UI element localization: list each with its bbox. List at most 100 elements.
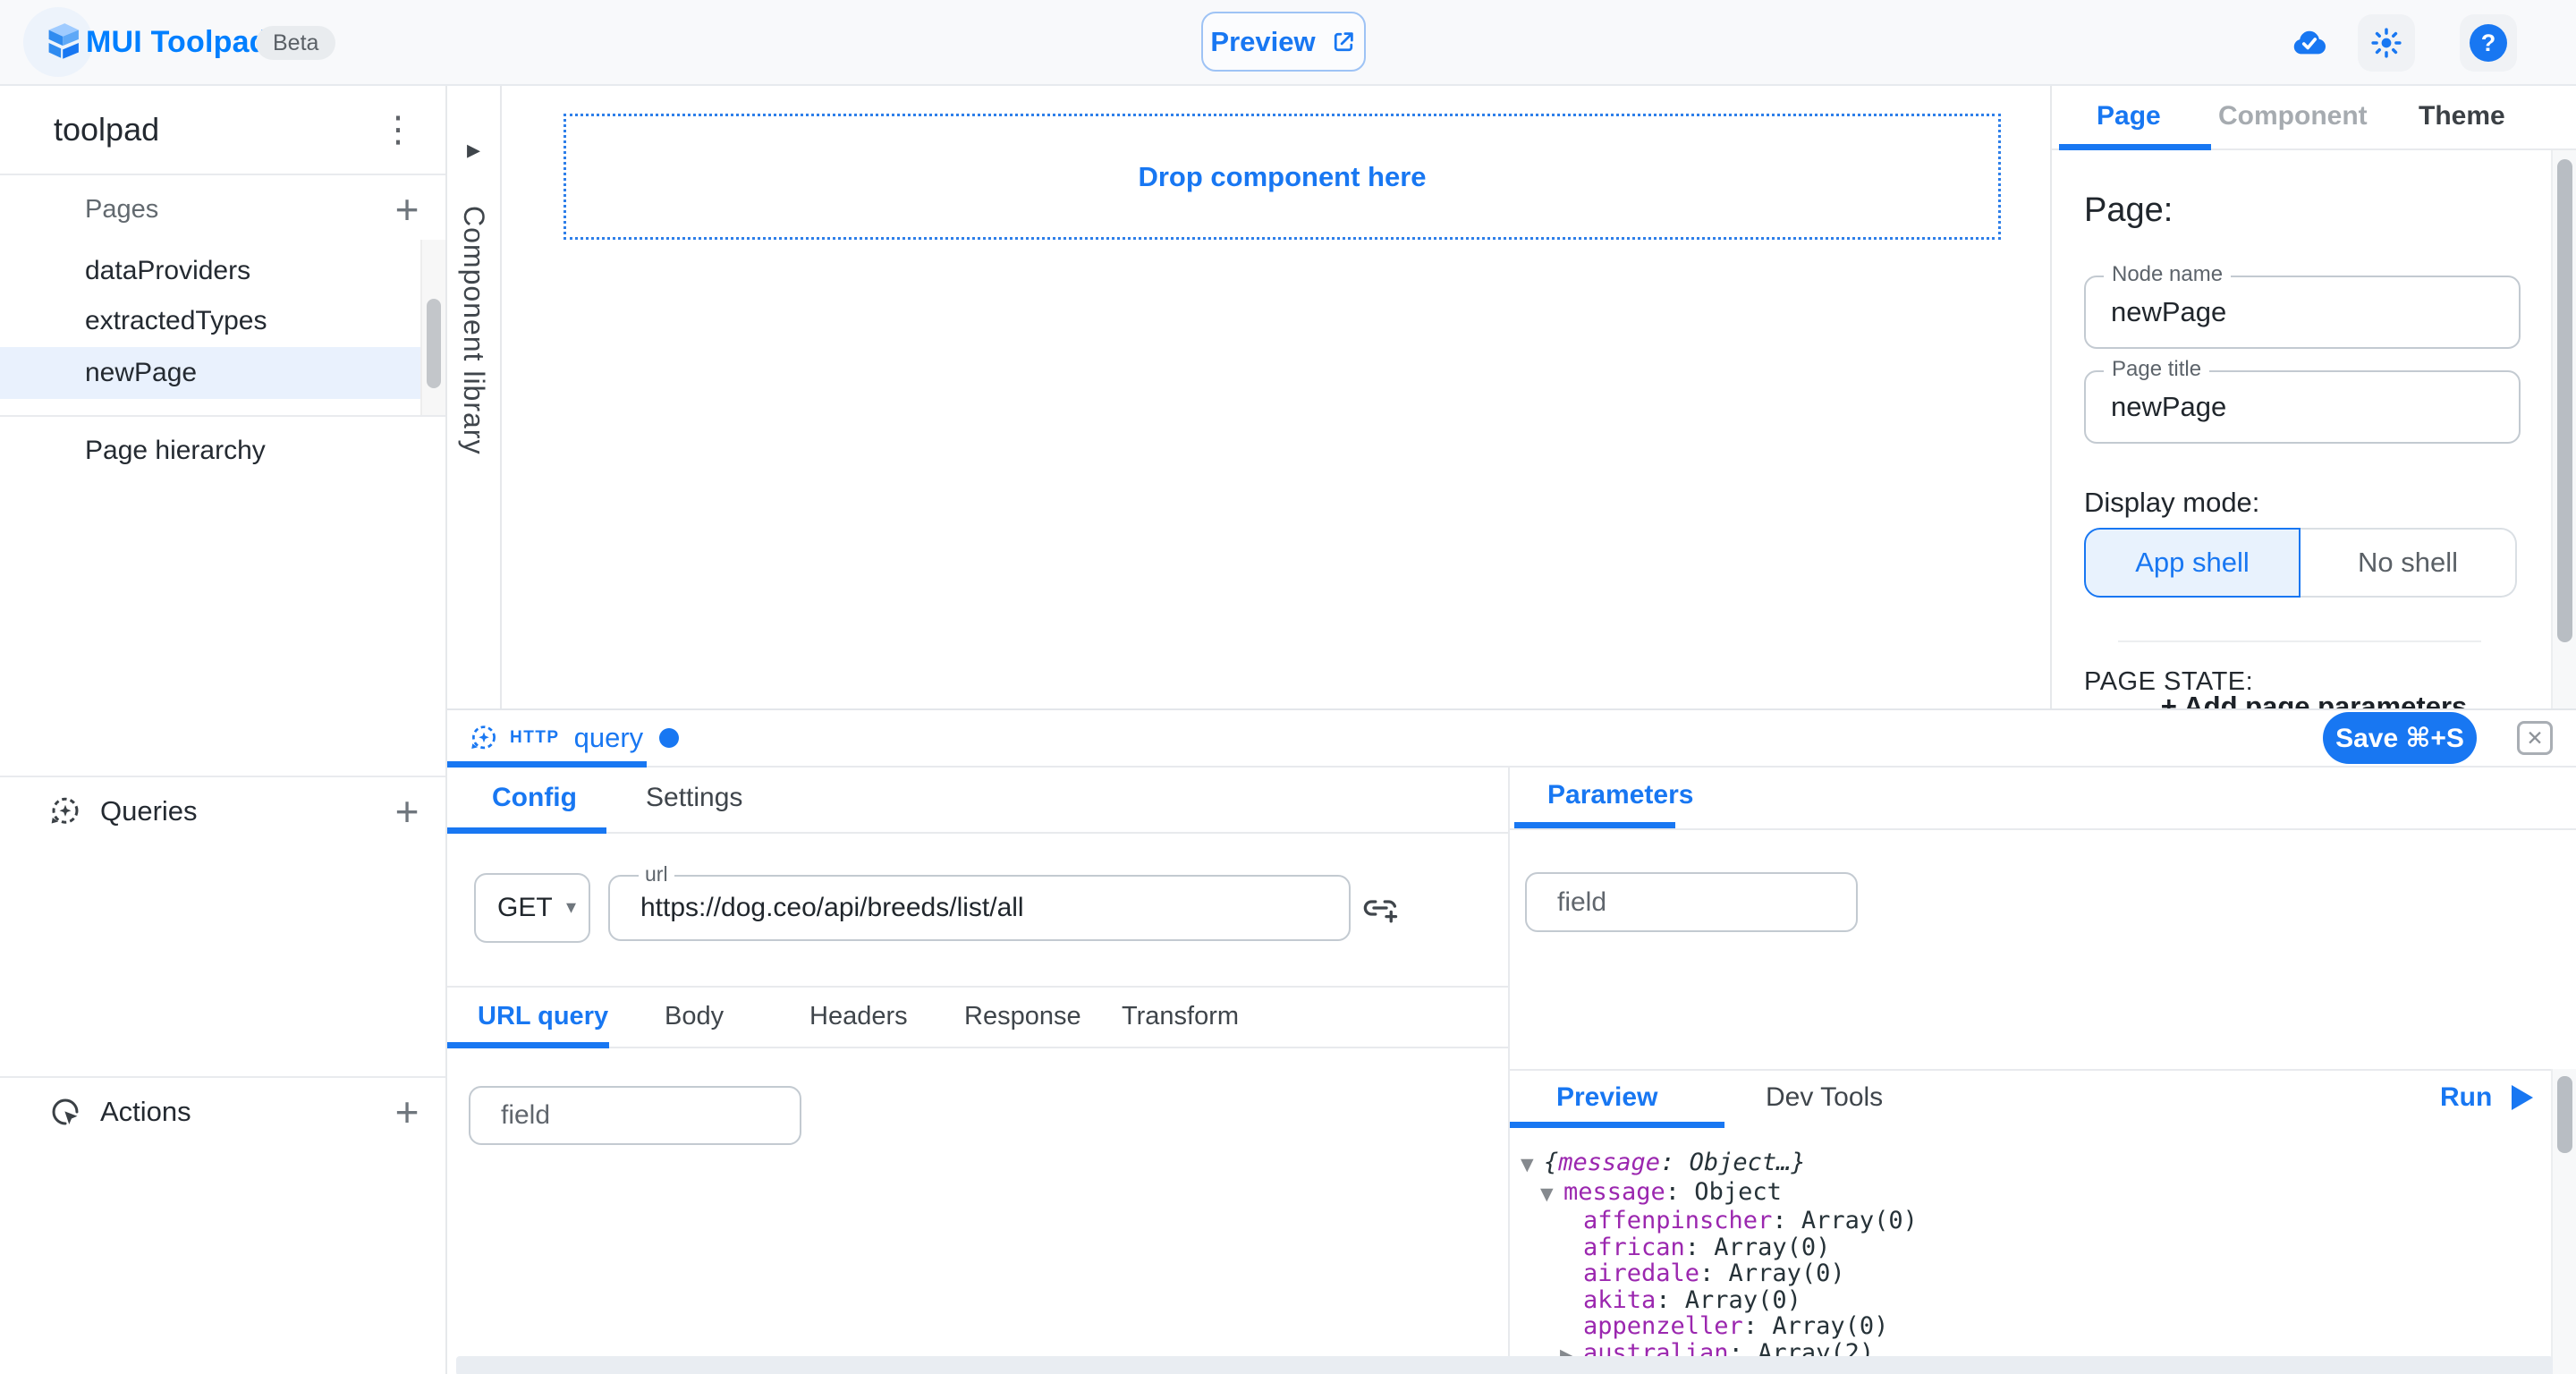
pages-section-header: Pages + xyxy=(0,175,445,243)
results-panel: Preview Dev Tools Run ▼{message: Object…… xyxy=(1510,1069,2576,1374)
beta-badge: Beta xyxy=(256,26,335,60)
sun-icon xyxy=(2369,26,2403,60)
sidebar-item-newpage[interactable]: newPage xyxy=(0,347,420,399)
project-row: toolpad ⋮ xyxy=(0,86,445,175)
url-input[interactable] xyxy=(608,875,1351,941)
preview-button-label: Preview xyxy=(1210,26,1315,58)
actions-section-header: Actions + xyxy=(0,1078,445,1146)
queries-section-header: Queries + xyxy=(0,777,445,845)
tree-expander-icon[interactable]: ▼ xyxy=(1521,1152,1544,1179)
active-tab-indicator xyxy=(1514,822,1675,828)
url-query-field-input[interactable] xyxy=(469,1086,801,1145)
page-title-label: Page title xyxy=(2104,357,2209,382)
inspector-tabs: Page Component Theme xyxy=(2052,86,2576,150)
json-tree-line[interactable]: akita: Array(0) xyxy=(1521,1287,2504,1314)
toggle-app-shell[interactable]: App shell xyxy=(2084,528,2301,598)
parameter-field xyxy=(1525,872,1858,932)
horizontal-scrollbar[interactable] xyxy=(456,1356,2553,1374)
close-icon: ✕ xyxy=(2526,726,2543,751)
help-button[interactable]: ? xyxy=(2460,14,2517,72)
toggle-no-shell[interactable]: No shell xyxy=(2301,528,2517,598)
tab-config[interactable]: Config xyxy=(492,768,577,827)
results-scrollbar-thumb[interactable] xyxy=(2557,1076,2572,1153)
query-protocol-label: HTTP xyxy=(510,728,560,748)
drop-zone-label: Drop component here xyxy=(1138,161,1426,193)
tab-component[interactable]: Component xyxy=(2218,86,2368,147)
add-query-button[interactable]: + xyxy=(385,790,429,835)
sync-status-button[interactable] xyxy=(2283,18,2336,68)
theme-toggle-button[interactable] xyxy=(2358,14,2415,72)
tab-transform[interactable]: Transform xyxy=(1122,988,1239,1045)
queries-section-label: Queries xyxy=(100,777,198,845)
add-link-icon[interactable] xyxy=(1361,889,1399,927)
request-row: GET ▾ url xyxy=(447,834,1508,986)
run-button-label: Run xyxy=(2440,1082,2492,1113)
page-hierarchy-label: Page hierarchy xyxy=(85,417,266,485)
http-method-value: GET xyxy=(497,875,553,941)
chevron-down-icon: ▾ xyxy=(566,875,576,941)
drop-zone[interactable]: Drop component here xyxy=(564,114,2001,240)
parameters-tabs: Parameters xyxy=(1510,768,2576,830)
json-tree-line[interactable]: african: Array(0) xyxy=(1521,1234,2504,1261)
tab-theme[interactable]: Theme xyxy=(2419,86,2505,147)
node-name-label: Node name xyxy=(2104,262,2231,287)
display-mode-label: Display mode: xyxy=(2084,487,2259,519)
brand-title: MUI Toolpad xyxy=(86,0,268,86)
inspector-scrollbar[interactable] xyxy=(2551,150,2576,708)
results-scrollbar[interactable] xyxy=(2551,1069,2576,1374)
page-hierarchy-row[interactable]: Page hierarchy xyxy=(0,417,445,485)
request-subtabs: URL query Body Headers Response Transfor… xyxy=(447,986,1508,1048)
tab-dev-tools[interactable]: Dev Tools xyxy=(1766,1071,1883,1124)
json-tree-line[interactable]: airedale: Array(0) xyxy=(1521,1260,2504,1287)
add-page-parameters-button[interactable]: + Add page parameters xyxy=(2052,691,2576,708)
tab-settings[interactable]: Settings xyxy=(646,768,742,827)
run-button[interactable]: Run xyxy=(2440,1071,2533,1124)
json-tree-line[interactable]: affenpinscher: Array(0) xyxy=(1521,1208,2504,1234)
json-tree-line[interactable]: ▼{message: Object…} xyxy=(1521,1149,2504,1179)
json-tree-line[interactable]: appenzeller: Array(0) xyxy=(1521,1313,2504,1340)
http-method-select[interactable]: GET ▾ xyxy=(474,873,590,943)
sidebar-item-extractedtypes[interactable]: extractedTypes xyxy=(0,295,420,347)
project-menu-button[interactable]: ⋮ xyxy=(376,107,420,152)
expand-library-icon[interactable]: ▸ xyxy=(447,134,500,165)
inspector-heading: Page: xyxy=(2084,191,2173,230)
tab-parameters[interactable]: Parameters xyxy=(1547,768,1693,823)
active-tab-indicator xyxy=(2059,144,2211,150)
query-name-label: query xyxy=(574,722,644,754)
tab-response[interactable]: Response xyxy=(964,988,1081,1045)
add-page-button[interactable]: + xyxy=(385,188,429,233)
tab-url-query[interactable]: URL query xyxy=(478,988,608,1045)
queries-icon xyxy=(48,794,82,828)
tab-headers[interactable]: Headers xyxy=(809,988,908,1045)
json-preview-tree: ▼{message: Object…} ▼message: Object aff… xyxy=(1521,1149,2504,1374)
app-header: MUI Toolpad Beta Preview ? xyxy=(0,0,2576,86)
component-library-label: Component library xyxy=(457,206,490,454)
component-library-panel: ▸ Component library xyxy=(447,86,502,708)
query-tab[interactable]: HTTP query xyxy=(447,710,679,766)
inspector-scrollbar-thumb[interactable] xyxy=(2557,159,2572,642)
tree-expander-icon[interactable]: ▼ xyxy=(1540,1182,1563,1209)
url-label: url xyxy=(639,862,674,886)
explorer-sidebar: toolpad ⋮ Pages + dataProviders extracte… xyxy=(0,86,447,1374)
tab-page[interactable]: Page xyxy=(2097,86,2161,147)
tab-preview[interactable]: Preview xyxy=(1556,1071,1657,1124)
query-editor-dock: HTTP query Save ⌘+S ✕ Config Settings GE… xyxy=(447,708,2576,1374)
help-icon: ? xyxy=(2470,24,2507,62)
close-editor-button[interactable]: ✕ xyxy=(2517,721,2553,755)
pages-scrollbar-thumb[interactable] xyxy=(427,299,441,388)
actions-icon xyxy=(48,1095,82,1129)
dock-header: HTTP query Save ⌘+S ✕ xyxy=(447,710,2576,768)
query-config-column: Config Settings GET ▾ url xyxy=(447,768,1510,1374)
pages-section-label: Pages xyxy=(85,175,158,243)
parameter-field-input[interactable] xyxy=(1525,872,1858,932)
pages-scrollbar[interactable] xyxy=(420,240,445,415)
json-tree-line[interactable]: ▼message: Object xyxy=(1521,1179,2504,1209)
add-action-button[interactable]: + xyxy=(385,1090,429,1135)
url-field: url xyxy=(608,875,1351,941)
plus-icon: + xyxy=(2161,691,2184,708)
sidebar-item-dataproviders[interactable]: dataProviders xyxy=(0,245,420,297)
preview-button[interactable]: Preview xyxy=(1201,12,1366,72)
tab-body[interactable]: Body xyxy=(665,988,724,1045)
play-icon xyxy=(2512,1085,2533,1110)
save-button[interactable]: Save ⌘+S xyxy=(2323,712,2477,764)
